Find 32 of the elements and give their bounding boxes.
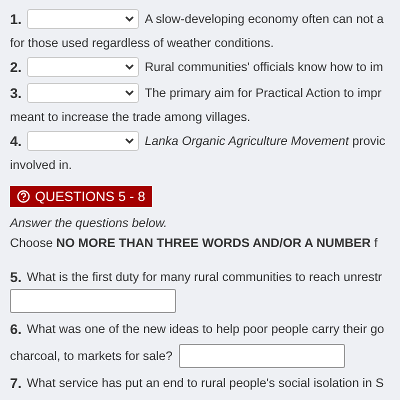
question-text: A slow-developing economy often can not a bbox=[144, 12, 384, 26]
question-text: What was one of the new ideas to help poor people carry their go bbox=[26, 322, 384, 336]
section-title: QUESTIONS 5 - 8 bbox=[35, 189, 146, 204]
question-text: involved in. bbox=[10, 158, 72, 172]
answer-dropdown[interactable] bbox=[26, 9, 139, 29]
answer-dropdown[interactable] bbox=[26, 131, 139, 151]
question-text: meant to increase the trade among villages. bbox=[10, 110, 250, 124]
question-number: 4. bbox=[10, 133, 22, 149]
question-number: 5. bbox=[10, 269, 22, 285]
chevron-icon bbox=[124, 90, 134, 96]
help-icon bbox=[17, 190, 30, 203]
answer-dropdown[interactable] bbox=[26, 57, 139, 77]
question-text: Rural communities' officials know how to im bbox=[144, 60, 384, 74]
question-text: charcoal, to markets for sale? bbox=[10, 349, 173, 363]
chevron-icon bbox=[124, 64, 134, 70]
chevron-icon bbox=[124, 138, 134, 144]
question-number: 1. bbox=[10, 11, 22, 27]
answer-field[interactable] bbox=[10, 289, 176, 313]
chevron-icon bbox=[124, 16, 134, 22]
question-number: 6. bbox=[10, 321, 22, 337]
question-text: Lanka Organic Agriculture Movement provic bbox=[144, 134, 386, 148]
instruction-text: Answer the questions below. bbox=[10, 215, 168, 232]
question-number: 2. bbox=[10, 59, 22, 75]
answer-field[interactable] bbox=[178, 344, 345, 368]
question-text: The primary aim for Practical Action to impr bbox=[144, 86, 382, 100]
question-number: 3. bbox=[10, 85, 22, 101]
question-text: What service has put an end to rural people's social isolation in S bbox=[26, 376, 384, 390]
question-text: What is the first duty for many rural communities to reach unrestr bbox=[26, 270, 382, 284]
question-text: for those used regardless of weather conditions. bbox=[10, 36, 274, 50]
answer-dropdown[interactable] bbox=[26, 83, 139, 103]
question-number: 7. bbox=[10, 375, 22, 391]
instruction-text: Choose NO MORE THAN THREE WORDS AND/OR A NUMBER f bbox=[10, 236, 378, 250]
